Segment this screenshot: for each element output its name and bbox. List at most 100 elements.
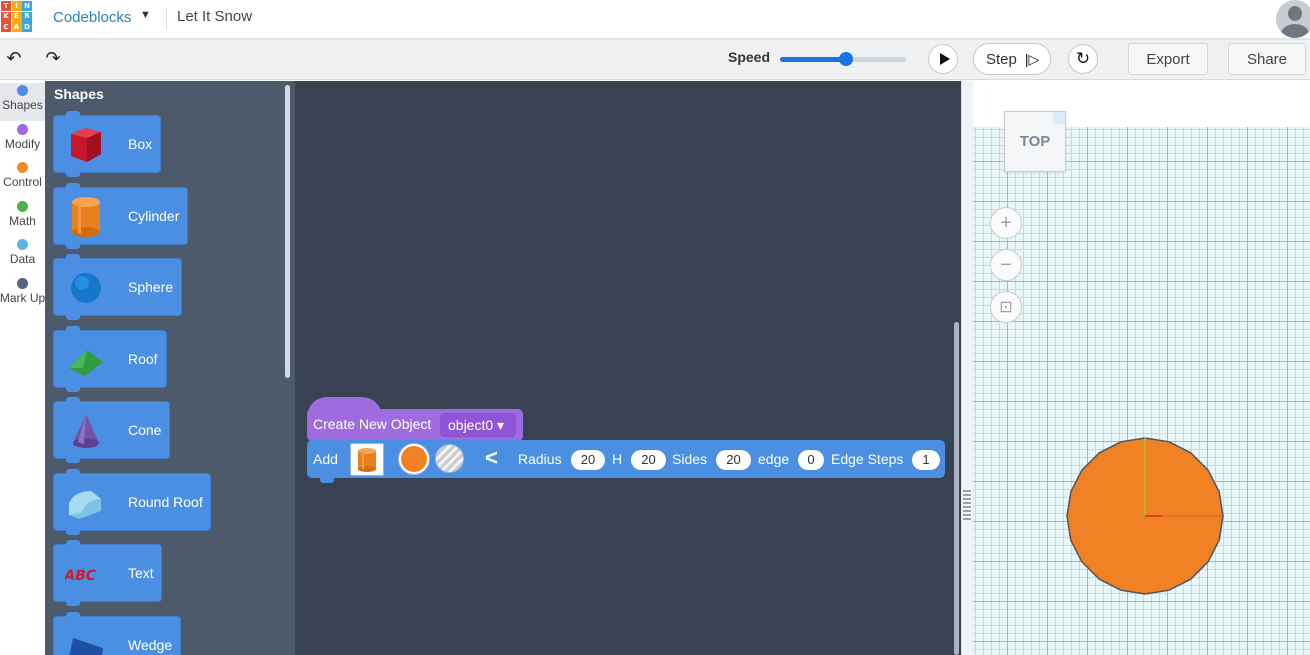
- category-dot-icon: [17, 239, 28, 250]
- shape-block-label: Round Roof: [128, 493, 203, 510]
- roof-icon: [64, 338, 108, 382]
- code-workspace[interactable]: [295, 81, 961, 655]
- color-picker[interactable]: [398, 443, 430, 475]
- add-shape-block[interactable]: Add < Radius 20 H 20 Sides 20 edge 0 Edge Steps 1: [307, 440, 945, 483]
- shape-block-cone[interactable]: Cone: [53, 397, 170, 463]
- speed-slider[interactable]: [780, 52, 906, 66]
- param-label-sides: Sides: [672, 451, 708, 467]
- param-input-edge[interactable]: 0: [798, 450, 824, 470]
- app-menu-caret-icon[interactable]: ▼: [140, 9, 151, 21]
- play-icon: [939, 53, 950, 65]
- logo-letter: R: [22, 11, 32, 22]
- category-label: Mark Up: [0, 290, 46, 305]
- tinkercad-logo[interactable]: TIN KER CAD: [1, 1, 32, 32]
- top-bar: TIN KER CAD Codeblocks ▼ Let It Snow: [0, 0, 1310, 40]
- category-dot-icon: [17, 85, 28, 96]
- splitter-handle-icon[interactable]: [963, 490, 971, 520]
- speed-label: Speed: [728, 49, 771, 65]
- shape-block-roof[interactable]: Roof: [53, 325, 167, 392]
- category-rail: Shapes Modify Control Math Data Mark Up: [0, 81, 45, 655]
- add-block-label: Add: [313, 451, 338, 467]
- logo-letter: E: [11, 11, 22, 22]
- param-input-edge-steps[interactable]: 1: [912, 450, 940, 470]
- category-data[interactable]: Data: [0, 237, 45, 275]
- view-cube[interactable]: TOP: [1004, 111, 1066, 172]
- speed-slider-fill: [780, 57, 846, 62]
- category-modify[interactable]: Modify: [0, 122, 45, 160]
- zoom-out-icon: −: [1000, 253, 1012, 276]
- toolbar: ↶ ↷ Speed Step |▷ ↻ Export Share: [0, 40, 1310, 80]
- logo-letter: C: [1, 22, 11, 32]
- collapse-arrow-icon[interactable]: <: [485, 445, 498, 471]
- logo-letter: D: [22, 22, 32, 32]
- shape-block-label: Box: [128, 136, 153, 152]
- category-shapes[interactable]: Shapes: [0, 83, 45, 121]
- logo-letter: T: [1, 1, 11, 11]
- shape-block-sphere[interactable]: Sphere: [53, 254, 182, 320]
- cylinder-icon: [358, 447, 376, 472]
- category-label: Modify: [4, 136, 41, 151]
- shape-block-label: Wedge: [128, 636, 173, 653]
- category-control[interactable]: Control: [0, 160, 45, 198]
- user-avatar[interactable]: [1276, 0, 1310, 38]
- param-label-edge-steps: Edge Steps: [831, 451, 904, 467]
- category-label: Control: [3, 175, 42, 189]
- view-cube-label: TOP: [1019, 133, 1051, 150]
- create-new-object-block[interactable]: Create New Object object0 ▾: [307, 409, 523, 441]
- text-shape-icon: ABC: [64, 552, 108, 596]
- cylinder-object-top-view[interactable]: [1066, 437, 1224, 595]
- shape-block-label: Text: [128, 565, 154, 581]
- divider: [166, 8, 167, 30]
- step-button[interactable]: Step |▷: [973, 43, 1051, 75]
- category-dot-icon: [17, 200, 28, 212]
- export-button[interactable]: Export: [1128, 43, 1208, 75]
- category-mark-up[interactable]: Mark Up: [0, 276, 45, 314]
- shapes-flyout: Shapes Box Cylinder Sphere Roof Cone Round Ro…: [45, 81, 295, 655]
- flyout-scrollbar[interactable]: [285, 85, 290, 378]
- redo-icon[interactable]: ↷: [42, 48, 64, 69]
- reset-icon: ↻: [1075, 49, 1091, 68]
- category-dot-icon: [17, 277, 28, 289]
- speed-slider-thumb[interactable]: [838, 52, 853, 66]
- color-swatch: [401, 446, 427, 472]
- zoom-in-icon: +: [1000, 211, 1012, 234]
- category-dot-icon: [17, 162, 28, 173]
- shape-block-cylinder[interactable]: Cylinder: [53, 182, 188, 249]
- zoom-out-button[interactable]: −: [990, 249, 1022, 281]
- project-title[interactable]: Let It Snow: [177, 8, 252, 25]
- app-name[interactable]: Codeblocks: [53, 9, 131, 26]
- viewport-splitter[interactable]: [961, 81, 973, 655]
- logo-letter: K: [1, 11, 11, 22]
- shape-block-label: Roof: [128, 350, 158, 367]
- shape-block-round-roof[interactable]: Round Roof: [53, 468, 211, 535]
- box-icon: [64, 123, 108, 167]
- shape-block-text[interactable]: ABC Text: [53, 540, 162, 606]
- view-cube-corner[interactable]: [1053, 112, 1065, 124]
- param-input-sides[interactable]: 20: [716, 450, 751, 470]
- param-input-h[interactable]: 20: [631, 450, 666, 470]
- workspace-scrollbar[interactable]: [954, 322, 959, 655]
- logo-letter: I: [11, 1, 22, 11]
- param-label-radius: Radius: [518, 451, 562, 467]
- svg-text:ABC: ABC: [65, 568, 97, 584]
- cone-icon: [64, 409, 108, 453]
- shape-block-label: Cone: [128, 422, 162, 438]
- logo-letter: N: [22, 1, 32, 11]
- category-math[interactable]: Math: [0, 199, 45, 237]
- shape-slot[interactable]: [350, 443, 384, 476]
- shape-block-box[interactable]: Box: [53, 111, 161, 177]
- object-name-dropdown[interactable]: object0 ▾: [440, 413, 516, 437]
- category-label: Data: [9, 252, 36, 266]
- undo-icon[interactable]: ↶: [3, 48, 25, 69]
- share-button[interactable]: Share: [1228, 43, 1306, 75]
- reset-button[interactable]: ↻: [1068, 44, 1098, 74]
- flyout-title: Shapes: [54, 86, 104, 102]
- zoom-in-button[interactable]: +: [990, 207, 1022, 239]
- param-input-radius[interactable]: 20: [571, 450, 605, 470]
- hole-toggle[interactable]: [435, 444, 464, 473]
- shape-block-wedge[interactable]: Wedge: [53, 611, 181, 655]
- category-label: Math: [9, 213, 36, 228]
- param-label-h: H: [612, 451, 623, 467]
- play-button[interactable]: [928, 44, 958, 74]
- fit-view-button[interactable]: ⊡: [990, 291, 1022, 323]
